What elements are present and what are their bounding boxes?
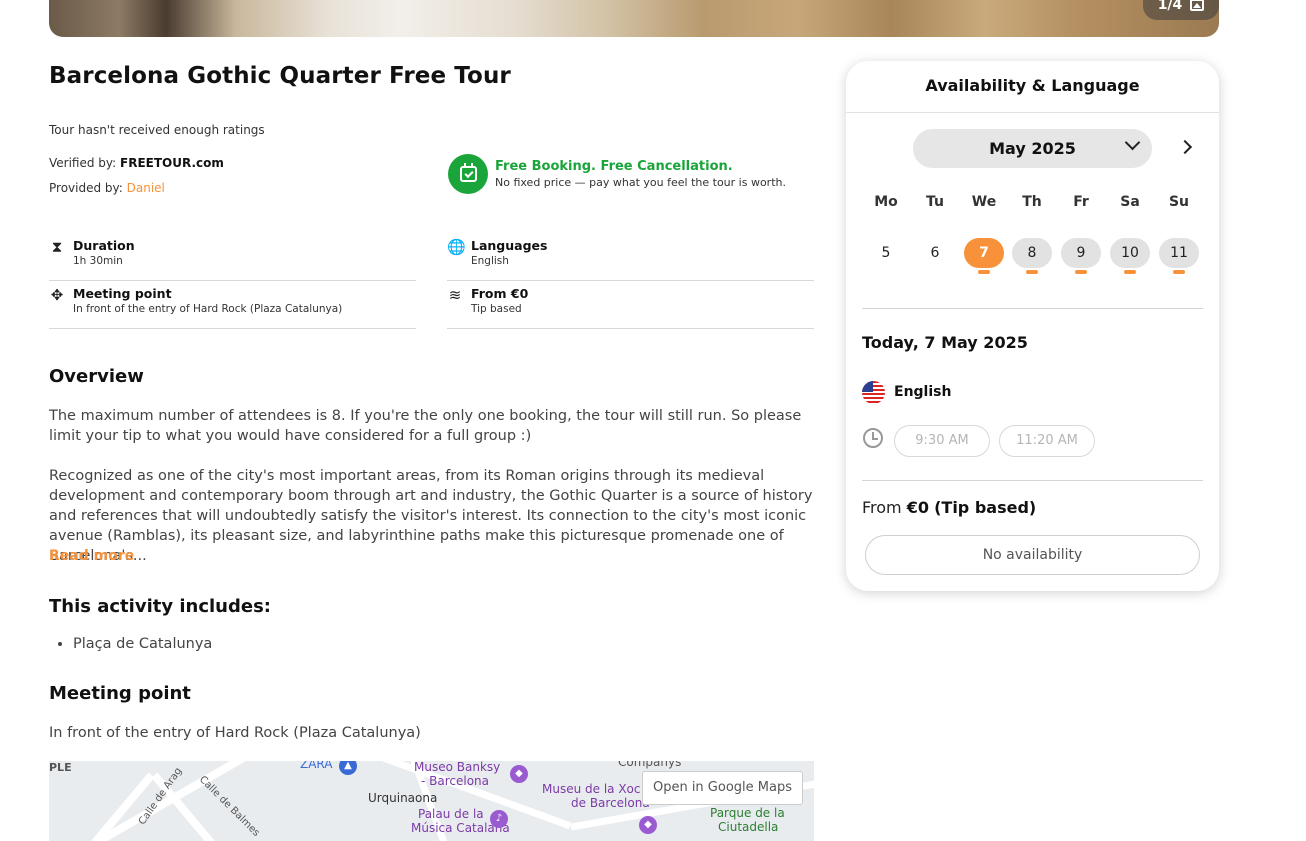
- weekday-label: We: [971, 194, 997, 210]
- languages-info: 🌐 Languages English: [447, 233, 814, 281]
- read-more-link[interactable]: Read more: [49, 548, 134, 564]
- provided-by: Provided by: Daniel: [49, 181, 165, 195]
- languages-title: Languages: [471, 238, 548, 253]
- provider-link[interactable]: Daniel: [127, 181, 165, 195]
- selected-date: Today, 7 May 2025: [862, 333, 1028, 352]
- images-icon: [1190, 0, 1205, 11]
- price-info: ≋ From €0 Tip based: [447, 281, 814, 329]
- duration-value: 1h 30min: [73, 255, 123, 267]
- weekday-label: Su: [1168, 194, 1190, 210]
- price-title: From €0: [471, 286, 529, 301]
- weekday-label: Fr: [1073, 194, 1089, 210]
- price-note: (Tip based): [934, 498, 1037, 517]
- meeting-point-title: Meeting point: [73, 286, 172, 301]
- divider: [862, 480, 1203, 481]
- map-label: PLE: [49, 761, 72, 774]
- availability-dot: [978, 270, 990, 274]
- availability-dot: [1075, 270, 1087, 274]
- availability-dot: [1026, 270, 1038, 274]
- free-booking-title: Free Booking. Free Cancellation.: [495, 159, 733, 174]
- panel-title: Availability & Language: [846, 61, 1219, 113]
- tour-gallery-image[interactable]: 1/4: [49, 0, 1219, 37]
- meeting-point-text: In front of the entry of Hard Rock (Plaz…: [49, 725, 421, 741]
- duration-info: ⧗ Duration 1h 30min: [49, 233, 416, 281]
- weekday-label: Mo: [874, 194, 898, 210]
- time-slot-button[interactable]: 9:30 AM: [894, 425, 990, 457]
- tour-title: Barcelona Gothic Quarter Free Tour: [49, 63, 511, 89]
- map-label: de Barcelona: [571, 796, 650, 810]
- museum-icon: ◆: [510, 765, 528, 783]
- languages-value: English: [471, 255, 509, 267]
- map-label: Parque de la: [710, 806, 785, 820]
- map-label: Palau de la: [418, 807, 484, 821]
- museum-icon: ◆: [639, 816, 657, 834]
- list-item: Plaça de Catalunya: [73, 636, 212, 652]
- time-slot-button[interactable]: 11:20 AM: [999, 425, 1095, 457]
- meeting-point-info: ✥ Meeting point In front of the entry of…: [49, 281, 416, 329]
- coins-icon: ≋: [448, 286, 462, 304]
- calendar-day[interactable]: 11: [1159, 238, 1199, 268]
- open-in-google-maps-button[interactable]: Open in Google Maps: [641, 771, 803, 805]
- music-venue-icon: ♪: [490, 810, 508, 828]
- availability-dot: [1173, 270, 1185, 274]
- map-label: - Barcelona: [421, 774, 490, 788]
- verified-value: FREETOUR.com: [120, 156, 224, 170]
- price-amount: €0: [906, 498, 929, 517]
- map-label: ZARA: [300, 761, 333, 771]
- map-label: Urquinaona: [368, 791, 438, 805]
- price-prefix: From: [862, 498, 902, 517]
- ratings-text: Tour hasn't received enough ratings: [49, 123, 265, 137]
- verified-by: Verified by: FREETOUR.com: [49, 156, 224, 170]
- month-select[interactable]: May 2025: [913, 129, 1152, 168]
- calendar-day-selected[interactable]: 7: [964, 238, 1004, 268]
- gallery-counter-text: 1/4: [1157, 0, 1183, 13]
- overview-paragraph-1: The maximum number of attendees is 8. If…: [49, 408, 802, 444]
- map-label: Calle de Balmes: [196, 774, 262, 839]
- calendar-day[interactable]: 8: [1012, 238, 1052, 268]
- verified-label: Verified by:: [49, 156, 117, 170]
- map-pin-icon: ▲: [339, 761, 357, 775]
- map-label: Museo Banksy: [414, 761, 501, 774]
- no-availability-button[interactable]: No availability: [865, 535, 1200, 575]
- calendar-day: 5: [881, 245, 891, 261]
- weekday-label: Tu: [926, 194, 944, 210]
- duration-title: Duration: [73, 238, 135, 253]
- weekday-label: Sa: [1120, 194, 1140, 210]
- meeting-point-heading: Meeting point: [49, 683, 191, 704]
- globe-icon: 🌐: [447, 238, 466, 256]
- chevron-down-icon: [1124, 134, 1141, 151]
- meeting-point-value: In front of the entry of Hard Rock (Plaz…: [73, 303, 343, 315]
- meeting-point-map[interactable]: PLE Calle de Arag Calle de Balmes ZARA ▲…: [49, 761, 814, 841]
- provided-label: Provided by:: [49, 181, 123, 195]
- divider: [862, 308, 1203, 309]
- next-month-icon[interactable]: [1177, 139, 1193, 155]
- uk-flag-icon: [862, 381, 885, 404]
- price-value: Tip based: [471, 303, 522, 315]
- weekday-label: Th: [1022, 194, 1042, 210]
- move-icon: ✥: [50, 286, 64, 304]
- calendar-day[interactable]: 10: [1110, 238, 1150, 268]
- gallery-counter[interactable]: 1/4: [1143, 0, 1219, 20]
- month-label: May 2025: [989, 139, 1076, 158]
- free-booking-subtitle: No fixed price — pay what you feel the t…: [495, 176, 786, 189]
- includes-heading: This activity includes:: [49, 596, 271, 617]
- free-booking-badge: [448, 154, 488, 194]
- availability-dot: [1124, 270, 1136, 274]
- availability-panel: Availability & Language May 2025 Mo Tu W…: [846, 61, 1219, 591]
- calendar-day: 6: [930, 245, 940, 261]
- overview-paragraph-2: Recognized as one of the city's most imp…: [49, 468, 813, 564]
- calendar-day[interactable]: 9: [1061, 238, 1101, 268]
- clock-icon: [863, 428, 883, 448]
- calendar-check-icon: [459, 163, 477, 182]
- hourglass-icon: ⧗: [51, 238, 63, 256]
- includes-list: Plaça de Catalunya: [49, 636, 212, 652]
- map-label: Museu de la Xoc: [542, 782, 641, 796]
- map-label: Ciutadella: [718, 820, 779, 834]
- map-label: Companys: [618, 761, 682, 769]
- overview-heading: Overview: [49, 366, 144, 387]
- language-label: English: [894, 384, 952, 400]
- price-summary: From €0 (Tip based): [862, 498, 1036, 517]
